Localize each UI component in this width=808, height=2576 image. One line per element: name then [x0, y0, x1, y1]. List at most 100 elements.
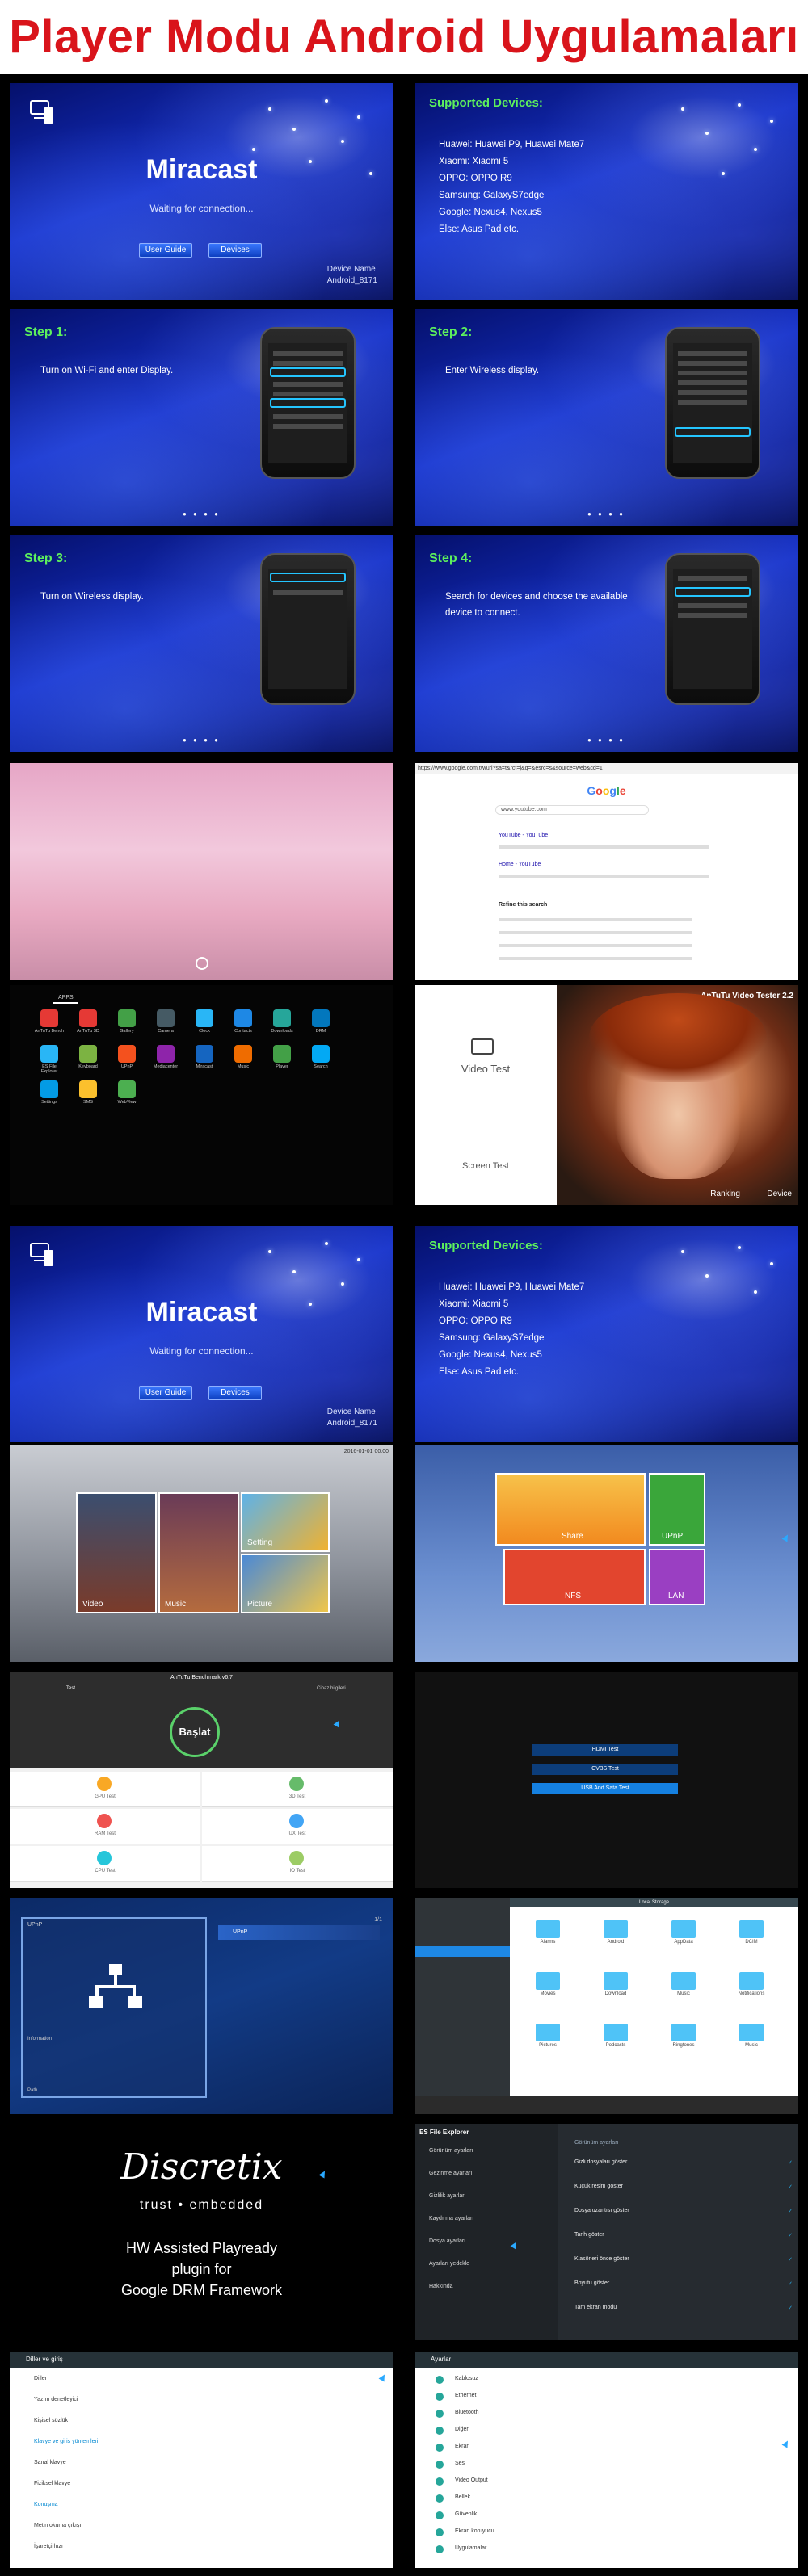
benchmark-item[interactable]: RAM Test: [10, 1809, 200, 1844]
app-icon[interactable]: Clock: [189, 1009, 220, 1034]
folder-item[interactable]: Movies: [528, 1972, 568, 1996]
settings-item[interactable]: Video Output: [436, 2477, 488, 2486]
checkbox-icon[interactable]: ✓: [788, 2208, 793, 2214]
tab-device-info[interactable]: Cihaz bilgileri: [317, 1686, 346, 1691]
music-tile[interactable]: Music: [158, 1492, 239, 1613]
settings-item[interactable]: Ekran koruyucu: [436, 2528, 494, 2536]
tab-test[interactable]: Test: [66, 1686, 75, 1691]
hdmi-test-button[interactable]: HDMI Test: [532, 1744, 678, 1756]
es-menu-item[interactable]: Dosya ayarları: [429, 2238, 465, 2244]
app-icon[interactable]: UPnP: [112, 1045, 142, 1069]
folder-item[interactable]: Music: [731, 2024, 772, 2048]
settings-item[interactable]: Ses: [436, 2461, 465, 2469]
checkbox-icon[interactable]: ✓: [788, 2305, 793, 2311]
app-icon[interactable]: Contacts: [228, 1009, 259, 1034]
app-icon[interactable]: Downloads: [267, 1009, 297, 1034]
settings-item[interactable]: Konuşma: [34, 2502, 58, 2507]
settings-item[interactable]: Güvenlik: [436, 2511, 477, 2519]
settings-item[interactable]: Fiziksel klavye: [34, 2481, 70, 2486]
app-icon[interactable]: WebView: [112, 1080, 142, 1105]
settings-item[interactable]: Bluetooth: [436, 2410, 479, 2418]
folder-item[interactable]: Podcasts: [595, 2024, 636, 2048]
app-icon[interactable]: ES File Explorer: [34, 1045, 65, 1074]
address-bar[interactable]: https://www.google.com.tw/url?sa=t&rct=j…: [415, 763, 798, 774]
app-icon[interactable]: AnTuTu 3D: [73, 1009, 103, 1034]
upnp-tile[interactable]: UPnP: [649, 1473, 705, 1546]
app-icon[interactable]: Settings: [34, 1080, 65, 1105]
settings-item[interactable]: Sanal klavye: [34, 2460, 66, 2465]
es-menu-item[interactable]: Kaydırma ayarları: [429, 2216, 473, 2221]
es-menu-item[interactable]: Gizlilik ayarları: [429, 2193, 466, 2199]
checkbox-icon[interactable]: ✓: [788, 2280, 793, 2287]
app-icon[interactable]: Search: [305, 1045, 336, 1069]
app-icon[interactable]: Camera: [150, 1009, 181, 1034]
app-icon[interactable]: Miracast: [189, 1045, 220, 1069]
settings-item[interactable]: İşaretçi hızı: [34, 2544, 63, 2549]
folder-item[interactable]: DCIM: [731, 1920, 772, 1945]
benchmark-item[interactable]: 3D Test: [202, 1772, 393, 1807]
device-button[interactable]: Device: [767, 1189, 792, 1198]
checkbox-icon[interactable]: ✓: [788, 2256, 793, 2263]
settings-item[interactable]: Uygulamalar: [436, 2545, 486, 2553]
settings-item[interactable]: Diğer: [436, 2427, 469, 2435]
app-icon[interactable]: Player: [267, 1045, 297, 1069]
picture-tile[interactable]: Picture: [241, 1554, 330, 1613]
app-icon[interactable]: Gallery: [112, 1009, 142, 1034]
settings-item[interactable]: Ethernet: [436, 2393, 476, 2401]
app-icon[interactable]: Keyboard: [73, 1045, 103, 1069]
nfs-tile[interactable]: NFS: [503, 1549, 646, 1605]
folder-item[interactable]: AppData: [663, 1920, 704, 1945]
es-option-row[interactable]: Tarih göster ✓: [574, 2232, 793, 2238]
devices-button[interactable]: Devices: [208, 243, 262, 258]
settings-item[interactable]: Kişisel sözlük: [34, 2418, 68, 2423]
settings-item[interactable]: Kablosuz: [436, 2376, 478, 2384]
share-tile[interactable]: Share: [495, 1473, 646, 1546]
es-option-row[interactable]: Boyutu göster ✓: [574, 2280, 793, 2287]
app-drawer-icon[interactable]: [195, 957, 208, 970]
folder-item[interactable]: Alarms: [528, 1920, 568, 1945]
es-menu-item[interactable]: Hakkında: [429, 2284, 453, 2289]
settings-item[interactable]: Metin okuma çıkışı: [34, 2523, 81, 2528]
settings-item[interactable]: Diller: [34, 2376, 47, 2381]
lan-tile[interactable]: LAN: [649, 1549, 705, 1605]
ranking-button[interactable]: Ranking: [710, 1189, 740, 1198]
es-menu-item[interactable]: Ayarları yedekle: [429, 2261, 469, 2267]
es-option-row[interactable]: Küçük resim göster ✓: [574, 2184, 793, 2190]
benchmark-item[interactable]: CPU Test: [10, 1846, 200, 1882]
sidebar-item-active[interactable]: [415, 1946, 510, 1957]
search-result[interactable]: Home - YouTube: [499, 862, 541, 867]
folder-item[interactable]: Music: [663, 1972, 704, 1996]
es-menu-item[interactable]: Görünüm ayarları: [429, 2148, 473, 2154]
video-test-button[interactable]: Video Test: [415, 1063, 557, 1075]
checkbox-icon[interactable]: ✓: [788, 2184, 793, 2190]
checkbox-icon[interactable]: ✓: [788, 2159, 793, 2166]
settings-item[interactable]: Bellek: [436, 2494, 470, 2503]
folder-item[interactable]: Notifications: [731, 1972, 772, 1996]
es-option-row[interactable]: Tam ekran modu ✓: [574, 2305, 793, 2311]
cvbs-test-button[interactable]: CVBS Test: [532, 1764, 678, 1775]
es-option-row[interactable]: Klasörleri önce göster ✓: [574, 2256, 793, 2263]
video-tile[interactable]: Video: [76, 1492, 157, 1613]
app-icon[interactable]: SMS: [73, 1080, 103, 1105]
benchmark-item[interactable]: GPU Test: [10, 1772, 200, 1807]
app-icon[interactable]: DRM: [305, 1009, 336, 1034]
settings-item[interactable]: Yazım denetleyici: [34, 2397, 78, 2402]
settings-item[interactable]: Ekran: [436, 2444, 469, 2452]
search-input[interactable]: www.youtube.com: [495, 805, 649, 815]
settings-item[interactable]: Klavye ve giriş yöntemleri: [34, 2439, 98, 2444]
start-button[interactable]: Başlat: [170, 1707, 220, 1757]
search-result[interactable]: YouTube - YouTube: [499, 833, 548, 838]
benchmark-item[interactable]: IO Test: [202, 1846, 393, 1882]
checkbox-icon[interactable]: ✓: [788, 2232, 793, 2238]
user-guide-button[interactable]: User Guide: [139, 243, 192, 258]
folder-item[interactable]: Download: [595, 1972, 636, 1996]
es-option-row[interactable]: Dosya uzantısı göster ✓: [574, 2208, 793, 2214]
app-icon[interactable]: Mediacenter: [150, 1045, 181, 1069]
upnp-device-item[interactable]: UPnP: [218, 1925, 380, 1940]
app-icon[interactable]: AnTuTu Bench: [34, 1009, 65, 1034]
apps-tab[interactable]: APPS: [53, 995, 78, 1004]
user-guide-button[interactable]: User Guide: [139, 1386, 192, 1400]
es-menu-item[interactable]: Gezinme ayarları: [429, 2171, 472, 2176]
devices-button[interactable]: Devices: [208, 1386, 262, 1400]
es-option-row[interactable]: Gizli dosyaları göster ✓: [574, 2159, 793, 2166]
